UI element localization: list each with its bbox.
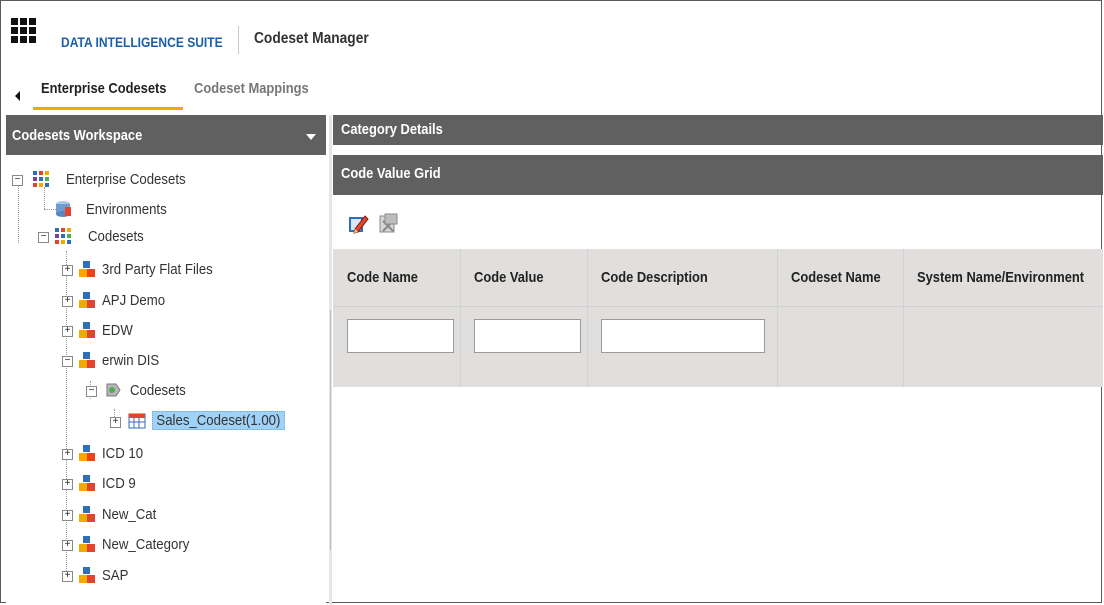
codesets-workspace-panel: Codesets Workspace − Enterprise Codesets — [6, 115, 326, 605]
tree-label: Codesets — [88, 228, 144, 245]
codeset-tree: − Enterprise Codesets Environments − Cod… — [6, 163, 326, 603]
tree-node-enterprise-codesets[interactable]: − Enterprise Codesets — [10, 168, 310, 194]
code-value-grid-title: Code Value Grid — [341, 165, 441, 182]
column-header-codeset-name[interactable]: Codeset Name — [791, 269, 881, 286]
expand-toggle[interactable]: + — [62, 296, 73, 307]
tree-node-codesets[interactable]: − Codesets — [34, 225, 314, 251]
header-divider — [238, 26, 239, 54]
tree-label: 3rd Party Flat Files — [102, 261, 213, 278]
expand-toggle[interactable]: + — [62, 479, 73, 490]
suite-name[interactable]: DATA INTELLIGENCE SUITE — [61, 34, 223, 50]
column-header-code-description[interactable]: Code Description — [601, 269, 708, 286]
collapse-panel-icon[interactable] — [15, 91, 20, 101]
active-tab-indicator — [33, 107, 183, 110]
collapse-toggle[interactable]: − — [38, 232, 49, 243]
tree-label: EDW — [102, 322, 133, 339]
collapse-toggle[interactable]: − — [62, 356, 73, 367]
category-icon — [79, 292, 95, 308]
edit-pencil-icon[interactable] — [347, 213, 369, 235]
tree-label-selected: Sales_Codeset(1.00) — [152, 411, 285, 430]
category-icon — [79, 506, 95, 522]
category-icon — [79, 567, 95, 583]
column-header-system-name[interactable]: System Name/Environment — [917, 269, 1084, 286]
splitter-grip[interactable] — [330, 310, 331, 550]
collapse-toggle[interactable]: − — [86, 386, 97, 397]
code-value-grid: Code Name Code Value Code Description Co… — [333, 249, 1103, 387]
tree-label: Enterprise Codesets — [66, 171, 186, 188]
code-value-grid-header[interactable]: Code Value Grid — [333, 155, 1103, 195]
expand-toggle[interactable]: + — [62, 449, 73, 460]
workspace-dropdown-icon[interactable] — [306, 134, 316, 140]
expand-toggle[interactable]: + — [62, 265, 73, 276]
category-icon — [79, 352, 95, 368]
codeset-folder-icon — [106, 383, 121, 397]
app-title: Codeset Manager — [254, 30, 369, 47]
expand-toggle[interactable]: + — [62, 326, 73, 337]
tree-node-sales-codeset[interactable]: + Sales_Codeset(1.00) — [106, 410, 316, 436]
delete-icon[interactable] — [377, 213, 399, 235]
tree-node-environments[interactable]: Environments — [34, 198, 314, 224]
tree-label: New_Cat — [102, 506, 157, 523]
tree-node-category[interactable]: + New_Cat — [58, 503, 318, 529]
tree-node-category[interactable]: + APJ Demo — [58, 289, 318, 315]
column-header-code-value[interactable]: Code Value — [474, 269, 544, 286]
workspace-header[interactable]: Codesets Workspace — [6, 115, 326, 155]
tree-node-category[interactable]: + SAP — [58, 564, 318, 590]
grid-header-row: Code Name Code Value Code Description Co… — [333, 249, 1103, 307]
details-panel: Category Details Code Value Grid Code Na… — [333, 115, 1103, 605]
tree-label: ICD 10 — [102, 445, 144, 462]
grid-filter-row — [333, 307, 1103, 387]
column-header-code-name[interactable]: Code Name — [347, 269, 418, 286]
tree-label: erwin DIS — [102, 352, 160, 369]
tree-node-category[interactable]: + 3rd Party Flat Files — [58, 258, 318, 284]
tree-label: ICD 9 — [102, 475, 136, 492]
tree-label: New_Category — [102, 536, 190, 553]
tree-node-category-erwin-dis[interactable]: − erwin DIS — [58, 349, 318, 375]
tree-node-category[interactable]: + ICD 10 — [58, 442, 318, 468]
code-description-filter-input[interactable] — [601, 319, 765, 353]
tab-bar: Enterprise Codesets Codeset Mappings — [1, 67, 1101, 113]
expand-toggle[interactable]: + — [110, 417, 121, 428]
tree-node-category[interactable]: + EDW — [58, 319, 318, 345]
environments-icon — [56, 201, 71, 217]
category-icon — [79, 475, 95, 491]
workspace-title: Codesets Workspace — [12, 127, 143, 144]
category-icon — [79, 445, 95, 461]
enterprise-codesets-icon — [33, 171, 49, 187]
codeset-table-icon — [128, 413, 146, 429]
tab-enterprise-codesets[interactable]: Enterprise Codesets — [41, 80, 166, 97]
tree-node-codesets-folder[interactable]: − Codesets — [82, 379, 312, 405]
category-icon — [79, 536, 95, 552]
app-header: DATA INTELLIGENCE SUITE Codeset Manager — [1, 1, 1101, 67]
tree-label: Codesets — [130, 382, 186, 399]
code-name-filter-input[interactable] — [347, 319, 454, 353]
tree-label: Environments — [86, 201, 167, 218]
collapse-toggle[interactable]: − — [12, 175, 23, 186]
code-value-filter-input[interactable] — [474, 319, 581, 353]
category-icon — [79, 261, 95, 277]
category-details-header[interactable]: Category Details — [333, 115, 1103, 145]
expand-toggle[interactable]: + — [62, 510, 73, 521]
tree-node-category[interactable]: + ICD 9 — [58, 472, 318, 498]
tree-label: APJ Demo — [102, 292, 166, 309]
app-launcher-icon[interactable] — [11, 18, 38, 45]
category-details-title: Category Details — [341, 121, 443, 138]
tree-label: SAP — [102, 567, 129, 584]
tree-node-category[interactable]: + New_Category — [58, 533, 318, 559]
expand-toggle[interactable]: + — [62, 540, 73, 551]
category-icon — [79, 322, 95, 338]
tab-codeset-mappings[interactable]: Codeset Mappings — [194, 80, 309, 97]
expand-toggle[interactable]: + — [62, 571, 73, 582]
codesets-icon — [55, 228, 71, 244]
